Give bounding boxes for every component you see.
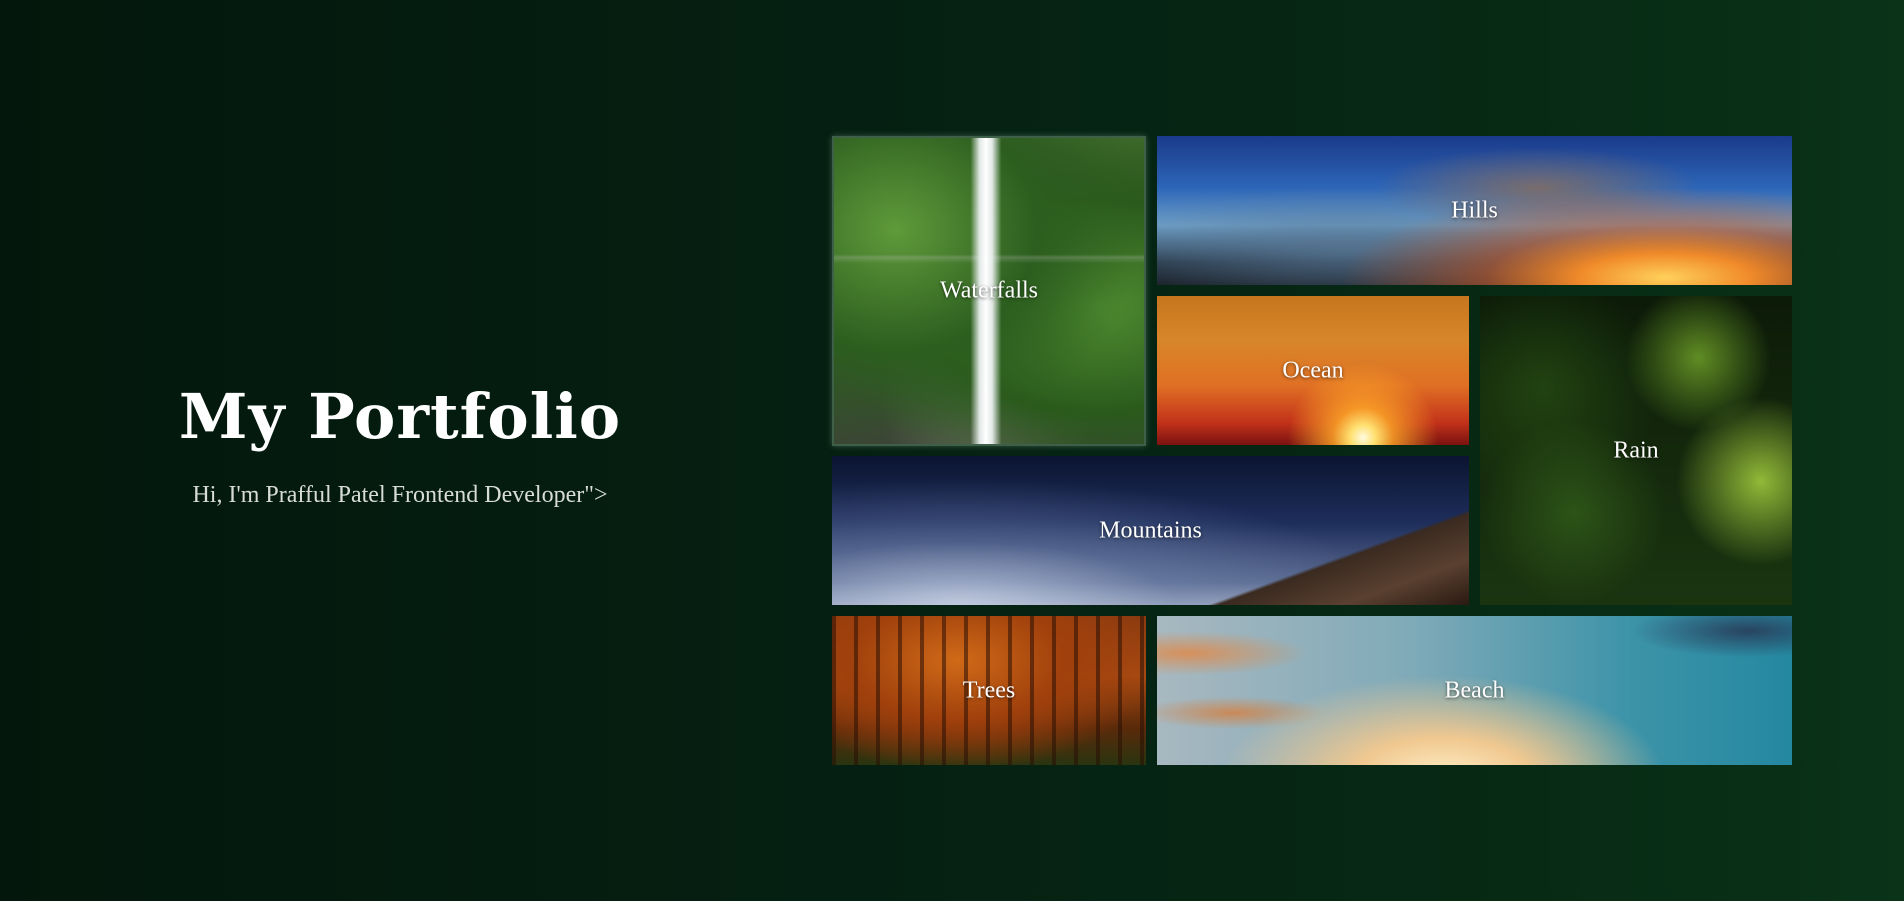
gallery-tile-ocean[interactable]: Ocean [1157,296,1469,445]
gallery-tile-beach[interactable]: Beach [1157,616,1792,765]
intro-subtitle: Hi, I'm Prafful Patel Frontend Developer… [192,482,608,509]
tile-label: Ocean [1282,357,1344,383]
tile-label: Rain [1613,437,1659,463]
tile-label: Trees [962,677,1016,703]
tile-label: Hills [1451,197,1498,223]
tile-label: Waterfalls [939,277,1038,304]
page-title: My Portfolio [178,380,622,453]
gallery-tile-hills[interactable]: Hills [1157,136,1792,285]
gallery-tile-mountains[interactable]: Mountains [832,456,1469,605]
tile-label: Beach [1444,677,1505,703]
gallery-tile-trees[interactable]: Trees [832,616,1146,765]
intro-section: My Portfolio Hi, I'm Prafful Patel Front… [0,380,800,509]
gallery-tile-rain[interactable]: Rain [1480,296,1792,605]
gallery-tile-waterfalls[interactable]: Waterfalls [832,136,1146,446]
tile-label: Mountains [1099,517,1202,543]
